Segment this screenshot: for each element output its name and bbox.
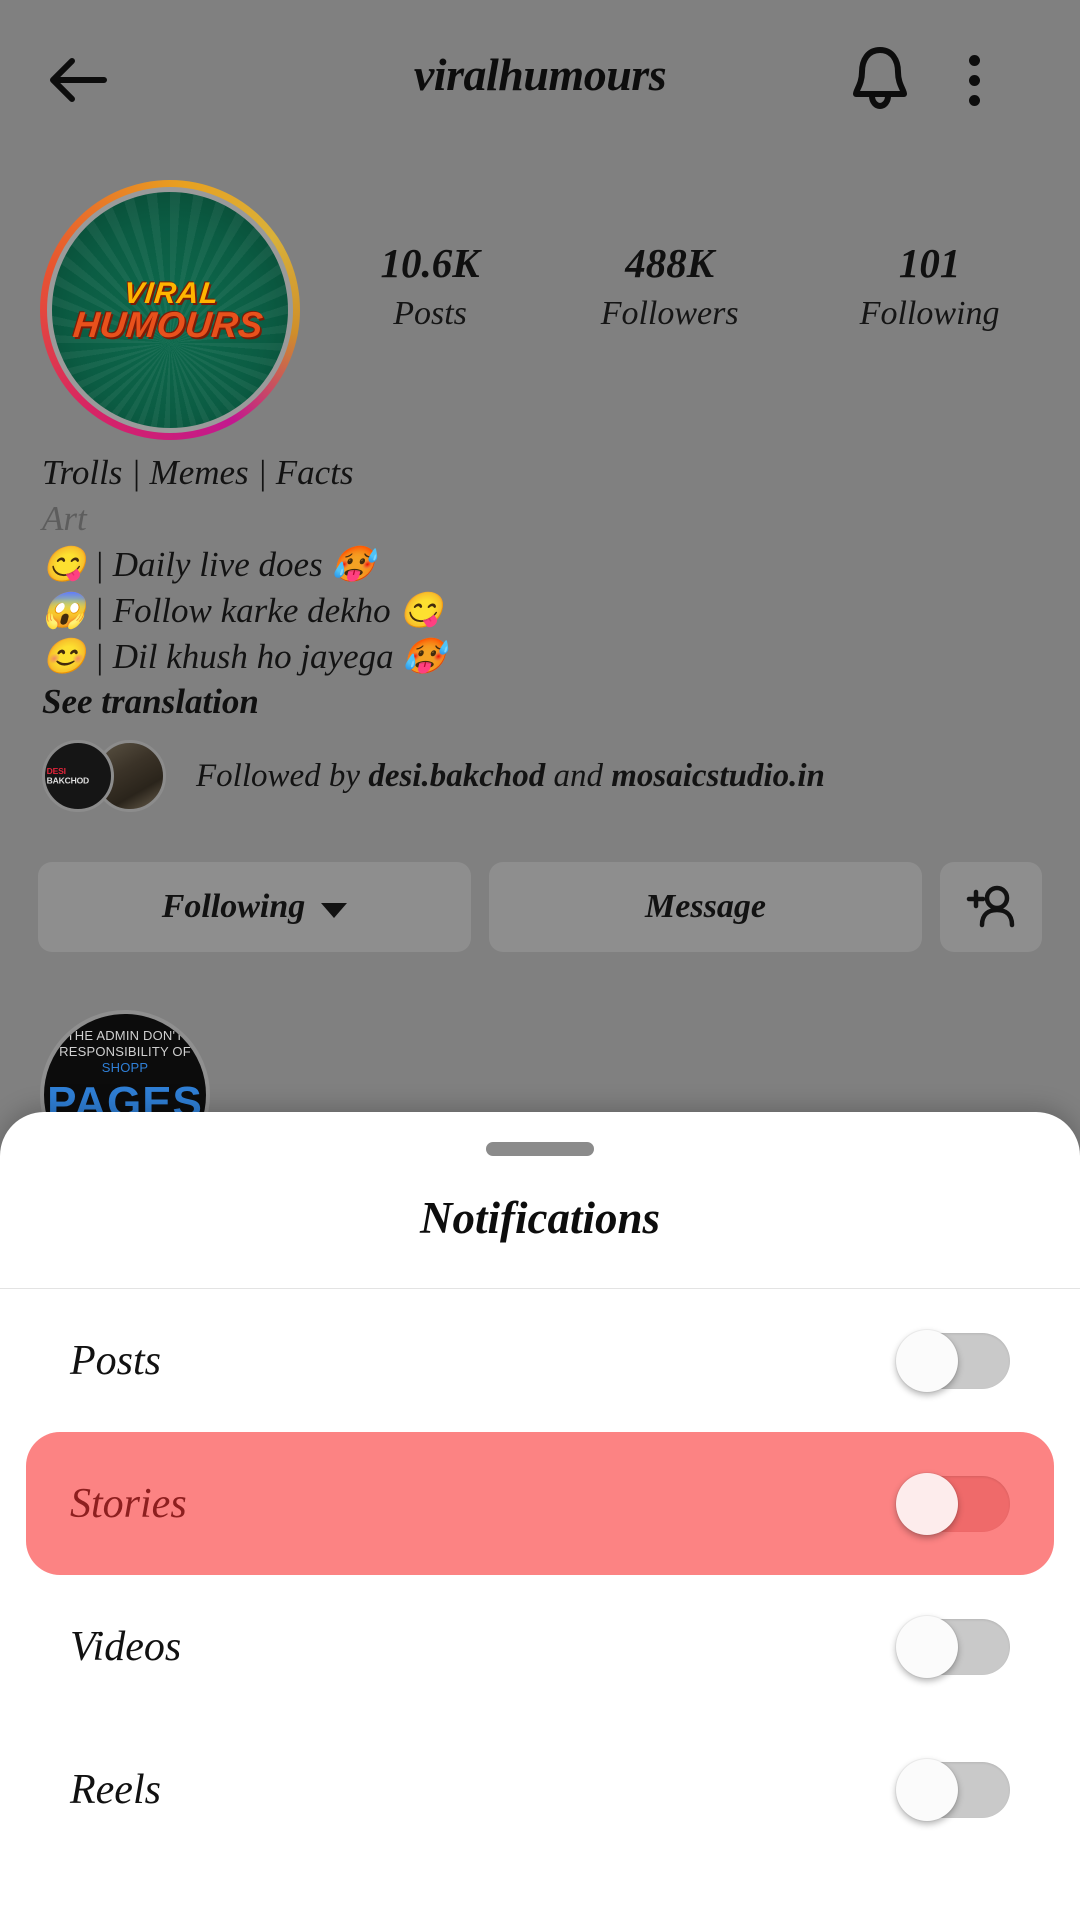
- profile-bio: Trolls | Memes | Facts Art 😋 | Daily liv…: [42, 450, 1040, 722]
- notification-row-label: Stories: [70, 1480, 187, 1527]
- bell-icon[interactable]: [840, 38, 920, 118]
- profile-stats: 10.6K Posts 488K Followers 101 Following: [320, 240, 1060, 333]
- story-highlight-caption-line2: RESPONSIBILITY OF: [59, 1044, 191, 1059]
- toggle-reels[interactable]: [896, 1758, 1010, 1821]
- bio-line: 😱 | Follow karke dekho 😋: [42, 591, 443, 630]
- stat-followers-label: Followers: [600, 295, 739, 333]
- profile-action-buttons: Following Message: [38, 862, 1042, 952]
- notification-row-reels[interactable]: Reels: [26, 1718, 1054, 1861]
- stat-posts[interactable]: 10.6K Posts: [381, 240, 480, 333]
- stat-posts-value: 10.6K: [380, 240, 480, 286]
- add-person-icon[interactable]: [940, 862, 1042, 952]
- followed-by-avatars: DESI BAKCHOD: [42, 740, 172, 812]
- notification-row-label: Reels: [70, 1766, 161, 1813]
- avatar: VIRAL HUMOURS: [47, 187, 293, 433]
- message-button-label: Message: [645, 888, 766, 925]
- following-button[interactable]: Following: [38, 862, 471, 952]
- followed-by-text: Followed by desi.bakchod and mosaicstudi…: [196, 758, 825, 795]
- message-button[interactable]: Message: [489, 862, 922, 952]
- follower-avatar-label: DESI BAKCHOD: [46, 766, 90, 786]
- stat-followers-value: 488K: [625, 240, 715, 286]
- menu-dot: [968, 94, 980, 106]
- bio-line: Art: [42, 499, 87, 538]
- notification-row-videos[interactable]: Videos: [26, 1575, 1054, 1718]
- toggle-knob: [896, 1758, 958, 1821]
- sheet-title: Notifications: [419, 1193, 660, 1243]
- drag-handle[interactable]: [486, 1142, 594, 1156]
- notification-row-label: Videos: [70, 1623, 182, 1670]
- notification-rows: Posts Stories Videos Reels: [0, 1289, 1080, 1861]
- notification-row-stories[interactable]: Stories: [26, 1432, 1054, 1575]
- story-highlight-caption-accent: SHOPP: [101, 1060, 149, 1075]
- see-translation-link[interactable]: See translation: [42, 682, 1040, 722]
- notifications-bottom-sheet: Notifications Posts Stories Videos Reels: [0, 1112, 1080, 1920]
- story-highlight-caption-line1: THE ADMIN DON'T: [66, 1028, 184, 1043]
- story-highlight-caption: THE ADMIN DON'T RESPONSIBILITY OF SHOPP: [44, 1028, 206, 1076]
- stat-following-value: 101: [898, 240, 961, 286]
- notification-row-label: Posts: [70, 1337, 162, 1384]
- notification-row-posts[interactable]: Posts: [26, 1289, 1054, 1432]
- toggle-knob: [896, 1329, 958, 1392]
- stat-following[interactable]: 101 Following: [860, 240, 1000, 333]
- followed-by-user2[interactable]: mosaicstudio.in: [611, 758, 825, 794]
- follower-avatar: DESI BAKCHOD: [42, 740, 114, 812]
- avatar-logo-text: VIRAL HUMOURS: [71, 277, 268, 345]
- toggle-posts[interactable]: [896, 1329, 1010, 1392]
- followed-by-user1[interactable]: desi.bakchod: [368, 758, 545, 794]
- followed-by-conjunction: and: [545, 757, 612, 794]
- following-button-label: Following: [161, 888, 306, 925]
- stat-followers[interactable]: 488K Followers: [601, 240, 739, 333]
- profile-top-bar: viralhumours: [0, 0, 1080, 158]
- bio-line: 😋 | Daily live does 🥵: [42, 545, 375, 584]
- toggle-stories[interactable]: [896, 1472, 1010, 1535]
- followed-by-prefix: Followed by: [196, 757, 369, 794]
- chevron-down-icon: [321, 902, 348, 918]
- menu-dot: [968, 54, 980, 66]
- toggle-knob: [896, 1615, 958, 1678]
- bio-line: Trolls | Memes | Facts: [42, 453, 354, 492]
- more-options-icon[interactable]: [946, 44, 1002, 116]
- toggle-videos[interactable]: [896, 1615, 1010, 1678]
- stat-following-label: Following: [859, 295, 1000, 333]
- toggle-knob: [896, 1472, 958, 1535]
- menu-dot: [968, 74, 980, 86]
- profile-avatar-ring[interactable]: VIRAL HUMOURS: [40, 180, 300, 440]
- avatar-logo-line2: HUMOURS: [71, 303, 266, 345]
- followed-by-row[interactable]: DESI BAKCHOD Followed by desi.bakchod an…: [42, 740, 1040, 812]
- stat-posts-label: Posts: [393, 295, 467, 333]
- bio-line: 😊 | Dil khush ho jayega 🥵: [42, 637, 446, 676]
